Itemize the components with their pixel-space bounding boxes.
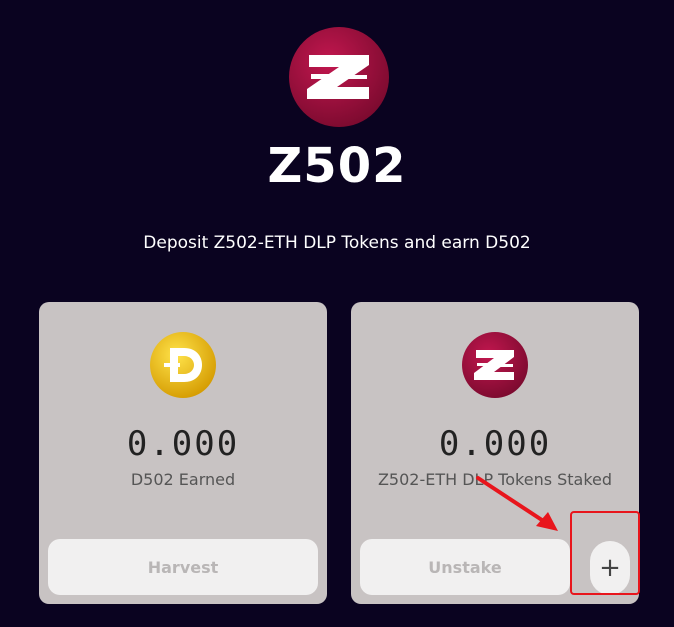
unstake-button[interactable]: Unstake: [360, 539, 570, 595]
harvest-button[interactable]: Harvest: [48, 539, 318, 595]
page-subtitle: Deposit Z502-ETH DLP Tokens and earn D50…: [143, 233, 531, 253]
staked-value: 0.000: [438, 424, 552, 464]
z502-logo-icon: [289, 27, 389, 127]
d502-coin-icon: [150, 332, 216, 398]
earned-label: D502 Earned: [130, 470, 236, 489]
earned-card: 0.000 D502 Earned Harvest: [39, 302, 327, 604]
annotation-arrow-icon: [476, 476, 558, 531]
z502-coin-icon: [462, 332, 528, 398]
earned-value: 0.000: [126, 424, 240, 464]
brand-title: Z502: [267, 138, 407, 194]
annotation-highlight-box: [570, 511, 640, 595]
